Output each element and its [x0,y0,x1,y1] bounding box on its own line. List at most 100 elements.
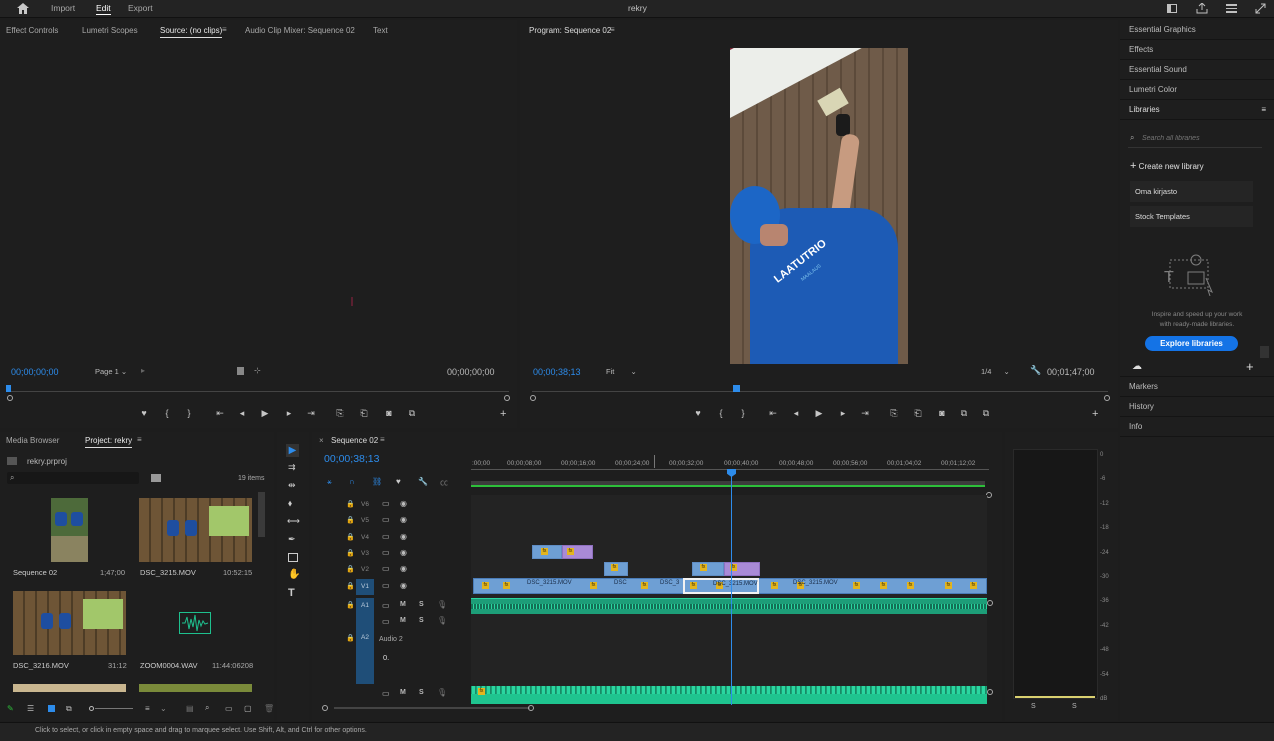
solo-button[interactable]: S [1072,703,1077,710]
sync-icon[interactable]: ▭ [382,601,390,610]
timeline-settings-icon[interactable]: ⊹ [254,366,261,375]
linked-selection-icon[interactable]: ⛓ [372,477,382,486]
find-icon[interactable]: ⌕ [205,703,209,713]
microphone-icon[interactable]: 🎙 [437,688,447,697]
mute-button[interactable]: M [400,689,406,696]
sync-icon[interactable]: ▭ [382,515,390,524]
scroll-handle[interactable] [987,600,993,606]
tab-sequence[interactable]: Sequence 02 [331,436,378,445]
panel-menu-icon[interactable]: ≡ [380,435,385,444]
step-forward-icon[interactable]: ▸ [837,408,849,418]
microphone-icon[interactable]: 🎙 [437,600,447,609]
ripple-edit-tool-icon[interactable]: ⇹ [288,480,296,491]
tab-lumetri-scopes[interactable]: Lumetri Scopes [82,26,138,35]
lock-icon[interactable]: 🔒 [346,516,355,524]
add-marker-icon[interactable]: ♥ [396,477,401,486]
sync-icon[interactable]: ▭ [382,564,390,573]
add-button-icon[interactable]: + [1092,408,1098,420]
sync-icon[interactable]: ▭ [382,532,390,541]
item-name[interactable]: DSC_3216.MOV [13,661,69,670]
timeline-playhead[interactable] [731,470,732,705]
tab-media-browser[interactable]: Media Browser [6,436,59,445]
settings-square-icon[interactable] [237,367,244,375]
marker-icon[interactable]: ♥ [138,408,150,418]
item-name[interactable]: ZOOM0004.WAV [140,661,198,670]
mute-button[interactable]: M [400,601,406,608]
eye-icon[interactable]: ◉ [400,548,407,557]
sidebar-item-essential-sound[interactable]: Essential Sound [1120,60,1274,80]
multicam-icon[interactable]: ⧉ [958,408,970,418]
workspace-icon[interactable] [1167,4,1177,13]
go-to-out-icon[interactable]: ⇥ [859,408,871,418]
video-clip[interactable] [692,562,724,576]
hand-tool-icon[interactable]: ✋ [288,569,300,580]
clip-thumbnail-partial[interactable] [139,684,252,692]
tab-text[interactable]: Text [373,26,388,35]
horizontal-scrollbar[interactable] [334,707,530,709]
lock-icon[interactable]: 🔒 [346,565,355,573]
video-track-header[interactable]: 🔒 V5 ▭ ◉ [313,513,471,529]
timeline-timecode[interactable]: 00;00;38;13 [324,453,379,465]
compare-icon[interactable]: ⧉ [406,408,418,418]
video-track-header[interactable]: 🔒 V3 ▭ ◉ [313,546,471,562]
tab-program[interactable]: Program: Sequence 02 [529,26,611,37]
wrench-icon[interactable]: 🔧 [418,477,428,486]
go-to-in-icon[interactable]: ⇤ [767,408,779,418]
lift-icon[interactable]: ⎘ [888,408,900,418]
icon-view-icon[interactable] [48,705,55,712]
lock-icon[interactable]: 🔒 [346,601,355,609]
overwrite-icon[interactable]: ⎗ [358,408,370,418]
lock-icon[interactable]: 🔒 [346,533,355,541]
home-icon[interactable] [17,3,29,14]
zoom-slider-handle[interactable] [89,706,94,711]
new-item-icon[interactable]: ▢ [244,704,252,713]
add-button-icon[interactable]: + [500,408,506,420]
snap-icon[interactable]: ∩ [349,477,355,486]
sync-icon[interactable]: ▭ [382,617,390,626]
library-search-input[interactable] [1142,131,1260,145]
volume-knob[interactable]: 0. [383,653,389,662]
camera-icon[interactable]: ◙ [383,408,395,418]
mark-out-icon[interactable]: } [183,408,195,418]
source-ruler[interactable] [7,391,509,392]
scroll-handle[interactable] [987,689,993,695]
audio-clip-a2[interactable] [471,686,987,704]
lock-icon[interactable]: 🔒 [346,582,355,590]
library-item[interactable]: Stock Templates [1130,206,1253,227]
type-tool-icon[interactable]: T [288,587,295,599]
edit-tab[interactable]: Edit [96,3,111,15]
eye-icon[interactable]: ◉ [400,581,407,590]
mark-out-icon[interactable]: } [737,408,749,418]
razor-tool-icon[interactable]: ⬧ [288,498,292,509]
chevron-down-icon[interactable]: ⌄ [160,704,167,713]
video-track-header[interactable]: 🔒 V2 ▭ ◉ [313,562,471,578]
solo-button[interactable]: S [419,601,424,608]
zoom-slider[interactable] [95,708,133,709]
freeform-view-icon[interactable]: ⧉ [66,704,72,714]
library-item[interactable]: Oma kirjasto [1130,181,1253,202]
panel-menu-icon[interactable]: ≡ [610,25,615,34]
video-track-header[interactable]: 🔒 V4 ▭ ◉ [313,530,471,546]
panel-menu-icon[interactable]: ≡ [137,435,142,444]
play-icon[interactable]: ▶ [813,408,825,418]
project-search-input[interactable]: ⌕ [7,472,139,484]
new-bin-icon[interactable] [151,474,161,482]
audio-thumbnail[interactable] [139,591,252,655]
source-patch[interactable] [356,614,374,684]
page-select[interactable]: Page 1 ⌄ [91,365,137,377]
audio-track-header[interactable]: 🔒 A1 ▭ M S 🎙 [313,598,471,614]
eye-icon[interactable]: ◉ [400,515,407,524]
explore-libraries-button[interactable]: Explore libraries [1145,336,1238,351]
sidebar-item-markers[interactable]: Markers [1120,377,1274,397]
microphone-icon[interactable]: 🎙 [437,616,447,625]
go-to-out-icon[interactable]: ⇥ [305,408,317,418]
selection-tool-icon[interactable]: ▶ [286,444,299,457]
sidebar-item-info[interactable]: Info [1120,417,1274,437]
share-icon[interactable] [1196,3,1208,14]
tab-source[interactable]: Source: (no clips) [160,26,223,38]
tab-effect-controls[interactable]: Effect Controls [6,26,58,35]
sync-icon[interactable]: ▭ [382,689,390,698]
automate-icon[interactable]: ▤ [186,704,194,713]
zoom-handle-right[interactable] [504,395,510,401]
sidebar-item-history[interactable]: History [1120,397,1274,417]
